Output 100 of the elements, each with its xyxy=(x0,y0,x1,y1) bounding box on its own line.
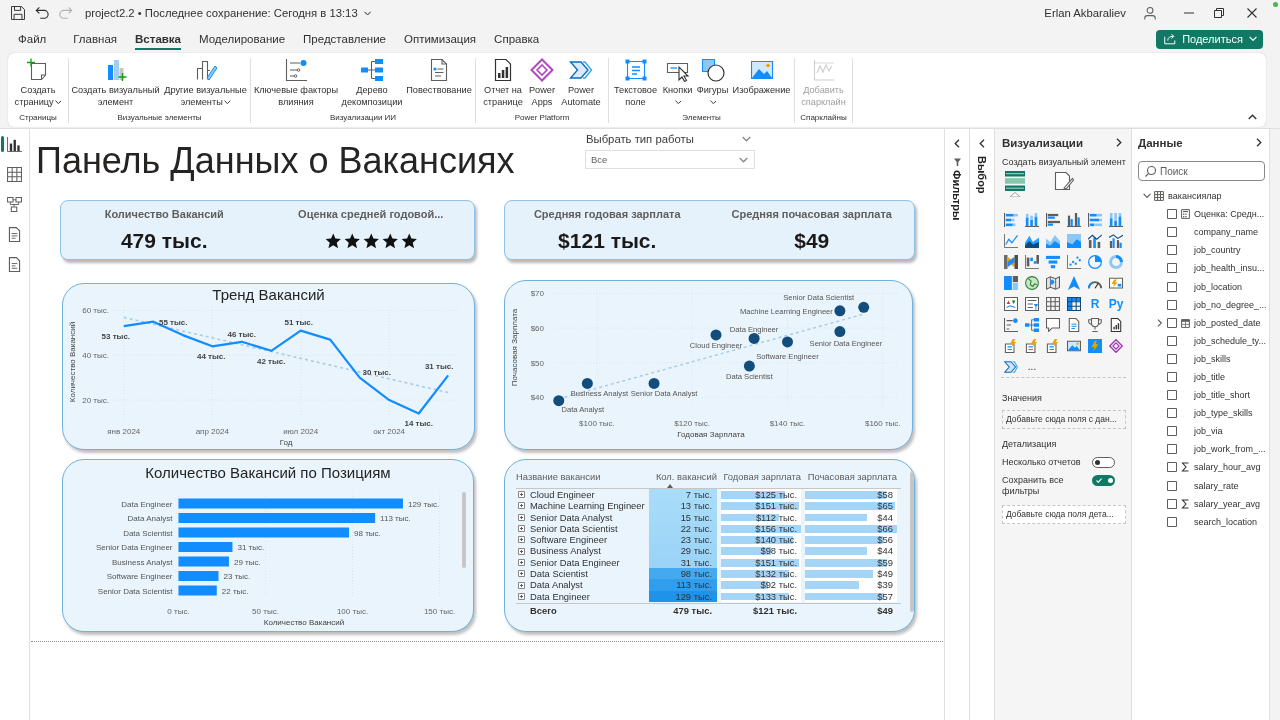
lightning-form-icon[interactable] xyxy=(1025,338,1039,353)
scatter-chart-icon[interactable] xyxy=(1067,254,1081,269)
donut-chart-icon[interactable] xyxy=(1109,254,1123,269)
field-name[interactable]: job_location xyxy=(1194,281,1243,292)
ribbon-button[interactable]: Кнопки xyxy=(660,58,695,113)
sort-arrow-icon[interactable] xyxy=(667,484,673,488)
checkbox[interactable] xyxy=(1167,372,1177,382)
table-icon[interactable] xyxy=(1046,296,1060,311)
toggle-switch[interactable] xyxy=(1092,457,1115,468)
funnel-icon[interactable] xyxy=(1046,254,1060,269)
field-name[interactable]: job_no_degree_... xyxy=(1194,299,1267,310)
diamond-icon[interactable] xyxy=(1109,338,1123,353)
menu-tab[interactable]: Моделирование xyxy=(199,28,286,50)
user-icon[interactable] xyxy=(1143,6,1157,20)
image-icon[interactable] xyxy=(1067,338,1081,353)
chevron-up-icon[interactable] xyxy=(1248,114,1257,120)
drop-zone[interactable]: Добавьте сюда поля с дан... xyxy=(1002,410,1126,429)
chevron-left-icon[interactable] xyxy=(954,139,960,148)
checkbox[interactable] xyxy=(1167,281,1177,292)
line-chart-icon[interactable] xyxy=(1004,233,1018,248)
ribbon-chart-icon[interactable] xyxy=(1004,254,1018,269)
menu-tab[interactable]: Файл xyxy=(18,28,47,50)
ribbon-button[interactable]: Повествование xyxy=(405,58,473,113)
chevron-down-icon[interactable] xyxy=(1143,193,1152,199)
chevron-down-icon[interactable] xyxy=(742,136,751,142)
field-name[interactable]: company_name xyxy=(1194,227,1259,238)
expand-icon[interactable] xyxy=(518,592,525,600)
lightning-form-icon[interactable] xyxy=(1004,338,1018,353)
column-chart-icon[interactable] xyxy=(1109,212,1123,227)
column-header[interactable]: Кол. вакансий xyxy=(655,471,717,482)
field-name[interactable]: job_skills xyxy=(1194,353,1231,364)
waterfall-chart-icon[interactable] xyxy=(1025,254,1039,269)
ribbon-button[interactable]: Дерево декомпозиции xyxy=(339,58,405,113)
filter-icon[interactable] xyxy=(953,158,961,166)
menu-tab[interactable]: Главная xyxy=(73,28,118,50)
lightning-form-icon[interactable] xyxy=(1046,338,1060,353)
ribbon-button[interactable]: Текстовое поле xyxy=(610,58,661,113)
ribbon-button[interactable]: Power Apps xyxy=(526,58,558,113)
field-name[interactable]: job_health_insu... xyxy=(1194,263,1265,274)
document-icon[interactable] xyxy=(1067,317,1081,332)
expand-icon[interactable] xyxy=(518,558,525,566)
treemap-icon[interactable] xyxy=(1004,275,1018,290)
map-icon[interactable] xyxy=(1046,275,1060,290)
checkbox[interactable] xyxy=(1167,353,1177,364)
pie-chart-icon[interactable] xyxy=(1088,254,1102,269)
expand-icon[interactable] xyxy=(518,502,525,510)
ribbon-button[interactable]: Power Automate xyxy=(558,58,604,113)
checkbox[interactable] xyxy=(1167,462,1177,473)
checkbox[interactable] xyxy=(1167,263,1177,274)
checkbox[interactable] xyxy=(1167,480,1177,491)
column-chart-icon[interactable] xyxy=(1025,212,1039,227)
field-name[interactable]: job_work_from_... xyxy=(1194,444,1266,455)
ribbon-button[interactable]: Изображение xyxy=(730,58,793,113)
field-name[interactable]: job_title_short xyxy=(1194,390,1251,401)
field-name[interactable]: search_location xyxy=(1194,516,1258,527)
expand-icon[interactable] xyxy=(518,581,525,589)
field-name[interactable]: salary_year_avg xyxy=(1194,498,1261,509)
lightning-tile-icon[interactable] xyxy=(1088,338,1102,353)
pane-title[interactable]: Выбор xyxy=(976,156,988,194)
table-name[interactable]: вакансиялар xyxy=(1168,191,1222,202)
checkbox[interactable] xyxy=(1167,426,1177,437)
matrix-icon[interactable] xyxy=(1067,296,1081,311)
scrollbar[interactable] xyxy=(462,492,466,568)
close-icon[interactable] xyxy=(1247,8,1257,18)
bar-chart-icon[interactable] xyxy=(1088,212,1102,227)
save-icon[interactable] xyxy=(11,6,25,20)
expand-icon[interactable] xyxy=(518,525,525,533)
globe-icon[interactable] xyxy=(1025,275,1039,290)
striped-block-icon[interactable] xyxy=(1005,171,1025,197)
slicer-icon[interactable] xyxy=(1025,296,1039,311)
scrollbar[interactable] xyxy=(910,472,914,612)
ribbon-button[interactable]: Другие визуальные элементы xyxy=(161,58,250,113)
checkbox[interactable] xyxy=(1167,245,1177,256)
ribbon-button[interactable]: Фигуры xyxy=(694,58,731,113)
expand-icon[interactable] xyxy=(518,491,525,499)
field-name[interactable]: Оценка: Средн... xyxy=(1194,209,1265,220)
ribbon-button[interactable]: Создать страницу xyxy=(9,58,67,113)
field-name[interactable]: job_title xyxy=(1194,372,1226,382)
key-influencers-icon[interactable] xyxy=(1004,317,1018,332)
checkbox[interactable] xyxy=(1167,444,1177,455)
checkbox[interactable] xyxy=(1167,390,1177,401)
navigation-arrow-icon[interactable] xyxy=(1067,275,1081,290)
share-button[interactable]: Поделиться xyxy=(1156,29,1263,49)
column-header[interactable]: Название вакансии xyxy=(516,471,601,482)
chevrons-icon[interactable] xyxy=(1004,359,1018,374)
menu-tab[interactable]: Представление xyxy=(303,28,386,50)
expand-icon[interactable] xyxy=(518,547,525,555)
caret-down-icon[interactable] xyxy=(363,10,371,16)
chevron-left-icon[interactable] xyxy=(979,139,985,148)
speech-bubble-icon[interactable] xyxy=(1046,317,1060,332)
card-icon[interactable] xyxy=(1109,275,1123,290)
slicer-dropdown[interactable]: Все xyxy=(585,150,755,169)
menu-tab[interactable]: Справка xyxy=(494,28,540,50)
chevron-right-icon[interactable] xyxy=(1256,138,1262,147)
more-button[interactable]: ... xyxy=(1027,359,1037,374)
checkbox[interactable] xyxy=(1167,227,1177,238)
field-name[interactable]: job_country xyxy=(1194,245,1241,256)
checkbox[interactable] xyxy=(1167,209,1177,220)
report-icon[interactable] xyxy=(1109,317,1123,332)
menu-tab[interactable]: Вставка xyxy=(135,28,181,50)
